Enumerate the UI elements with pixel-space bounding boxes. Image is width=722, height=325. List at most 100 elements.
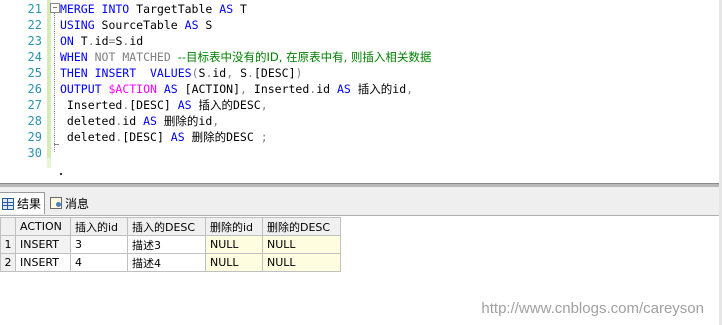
code-token: $ACTION xyxy=(108,82,164,96)
results-table: ACTION 插入的id 插入的DESC 删除的id 删除的DESC 1 INS… xyxy=(0,217,341,272)
code-token: AS xyxy=(177,98,199,112)
code-token: id xyxy=(212,66,227,80)
code-token: , xyxy=(260,98,268,112)
outline-guide xyxy=(54,8,56,152)
code-token: Inserted xyxy=(253,82,310,96)
code-line[interactable]: deleted.id AS 删除的id, xyxy=(60,113,219,129)
code-token: WHEN xyxy=(60,50,95,64)
watermark-url: http://www.cnblogs.com/careyson xyxy=(481,300,704,317)
code-token: . xyxy=(87,34,95,48)
code-line[interactable]: THEN INSERT VALUES(S.id, S.[DESC]) xyxy=(60,65,302,81)
code-line[interactable]: ON T.id=S.id xyxy=(60,33,143,49)
column-header-inserted-id[interactable]: 插入的id xyxy=(70,217,128,236)
tab-messages[interactable]: 消息 xyxy=(48,192,104,214)
code-token: ) xyxy=(295,66,303,80)
code-token: 插入的 xyxy=(357,82,393,96)
changed-lines-marker xyxy=(47,0,51,158)
code-token: TargetTable xyxy=(136,2,220,16)
line-number: 21 xyxy=(27,2,42,16)
code-token: --目标表中没有的ID, 在原表中有, 则插入相关数据 xyxy=(177,50,432,64)
code-line[interactable]: USING SourceTable AS S xyxy=(60,17,212,33)
code-token: AS xyxy=(143,114,164,128)
code-token: [DESC] xyxy=(129,98,178,112)
column-header-deleted-id[interactable]: 删除的id xyxy=(205,217,263,236)
code-token: SourceTable xyxy=(101,18,185,32)
tab-results-label: 结果 xyxy=(17,197,42,211)
code-line[interactable]: OUTPUT $ACTION AS [ACTION], Inserted.id … xyxy=(60,81,413,97)
line-number: 26 xyxy=(27,82,42,96)
code-token: deleted xyxy=(60,130,116,144)
code-token: NOT MATCHED xyxy=(94,50,178,64)
code-token: DESC xyxy=(233,98,261,112)
cell-action[interactable]: INSERT xyxy=(15,253,71,272)
collapse-toggle-icon[interactable]: − xyxy=(50,3,60,13)
code-line[interactable]: MERGE INTO TargetTable AS T xyxy=(60,1,247,17)
code-token: AS xyxy=(184,18,206,32)
line-number: 27 xyxy=(27,98,42,112)
code-token: AS xyxy=(170,130,192,144)
code-token: , xyxy=(212,114,220,128)
cell-inserted-id[interactable]: 4 xyxy=(70,253,128,272)
code-line[interactable]: WHEN NOT MATCHED --目标表中没有的ID, 在原表中有, 则插入… xyxy=(60,49,431,65)
cell-inserted-id[interactable]: 3 xyxy=(70,235,128,254)
code-token: id xyxy=(392,82,407,96)
cell-deleted-desc[interactable]: NULL xyxy=(262,235,341,254)
line-number-gutter: 21 22 23 24 25 26 27 28 29 30 xyxy=(0,0,46,183)
grid-icon xyxy=(2,197,14,210)
code-token: id xyxy=(129,34,144,48)
code-token: . xyxy=(247,66,254,80)
code-token: AS xyxy=(163,82,185,96)
code-line[interactable]: deleted.[DESC] AS 删除的DESC ; xyxy=(60,129,268,145)
row-number[interactable]: 2 xyxy=(0,253,16,272)
code-token: T xyxy=(240,2,247,16)
cell-deleted-id[interactable]: NULL xyxy=(205,253,263,272)
cell-deleted-id[interactable]: NULL xyxy=(205,235,263,254)
cell-deleted-desc[interactable]: NULL xyxy=(262,253,341,272)
cell-inserted-desc[interactable]: 描述4 xyxy=(127,253,206,272)
code-token: USING xyxy=(60,18,102,32)
tab-results[interactable]: 结果 xyxy=(0,192,45,214)
results-tabbar: 结果 消息 xyxy=(0,187,722,216)
code-token: 插入的 xyxy=(198,98,234,112)
code-token: id xyxy=(198,114,213,128)
code-line[interactable]: Inserted.[DESC] AS 插入的DESC, xyxy=(60,97,268,113)
ssms-query-window: 21 22 23 24 25 26 27 28 29 30 − MERGE IN… xyxy=(0,0,722,325)
code-token: T xyxy=(80,34,88,48)
row-number[interactable]: 1 xyxy=(0,235,16,254)
code-token: OUTPUT xyxy=(60,82,109,96)
code-token: ON xyxy=(60,34,81,48)
table-row[interactable]: 1 INSERT 3 描述3 NULL NULL xyxy=(0,235,341,254)
code-token: [DESC] xyxy=(253,66,296,80)
line-number: 25 xyxy=(27,66,42,80)
code-token: deleted xyxy=(60,114,116,128)
code-token: , xyxy=(406,82,414,96)
column-header-action[interactable]: ACTION xyxy=(15,217,71,236)
table-row[interactable]: 2 INSERT 4 描述4 NULL NULL xyxy=(0,253,341,272)
cell-inserted-desc[interactable]: 描述3 xyxy=(127,235,206,254)
code-token: 删除的 xyxy=(191,130,227,144)
code-token: THEN INSERT VALUES xyxy=(60,66,192,80)
code-token: ; xyxy=(260,130,268,144)
code-token: 删除的 xyxy=(163,114,199,128)
code-token: S xyxy=(240,66,248,80)
code-token: [DESC] xyxy=(122,130,171,144)
sql-editor[interactable]: 21 22 23 24 25 26 27 28 29 30 − MERGE IN… xyxy=(0,0,720,183)
line-number: 22 xyxy=(27,18,42,32)
header-row: ACTION 插入的id 插入的DESC 删除的id 删除的DESC xyxy=(0,217,341,236)
line-number: 30 xyxy=(27,146,42,160)
line-number: 23 xyxy=(27,34,42,48)
saved-lines-marker xyxy=(47,158,51,168)
code-token: id xyxy=(94,34,109,48)
column-header-deleted-desc[interactable]: 删除的DESC xyxy=(262,217,341,236)
line-number: 24 xyxy=(27,50,42,64)
code-token: , xyxy=(240,82,254,96)
column-header-inserted-desc[interactable]: 插入的DESC xyxy=(127,217,206,236)
code-token: id xyxy=(122,114,144,128)
code-token: MERGE INTO xyxy=(60,2,137,16)
cell-action[interactable]: INSERT xyxy=(15,235,71,254)
code-token: Inserted xyxy=(60,98,123,112)
line-number: 29 xyxy=(27,130,42,144)
code-token: DESC xyxy=(226,130,261,144)
row-header-corner[interactable] xyxy=(0,217,16,236)
code-token: AS xyxy=(337,82,358,96)
